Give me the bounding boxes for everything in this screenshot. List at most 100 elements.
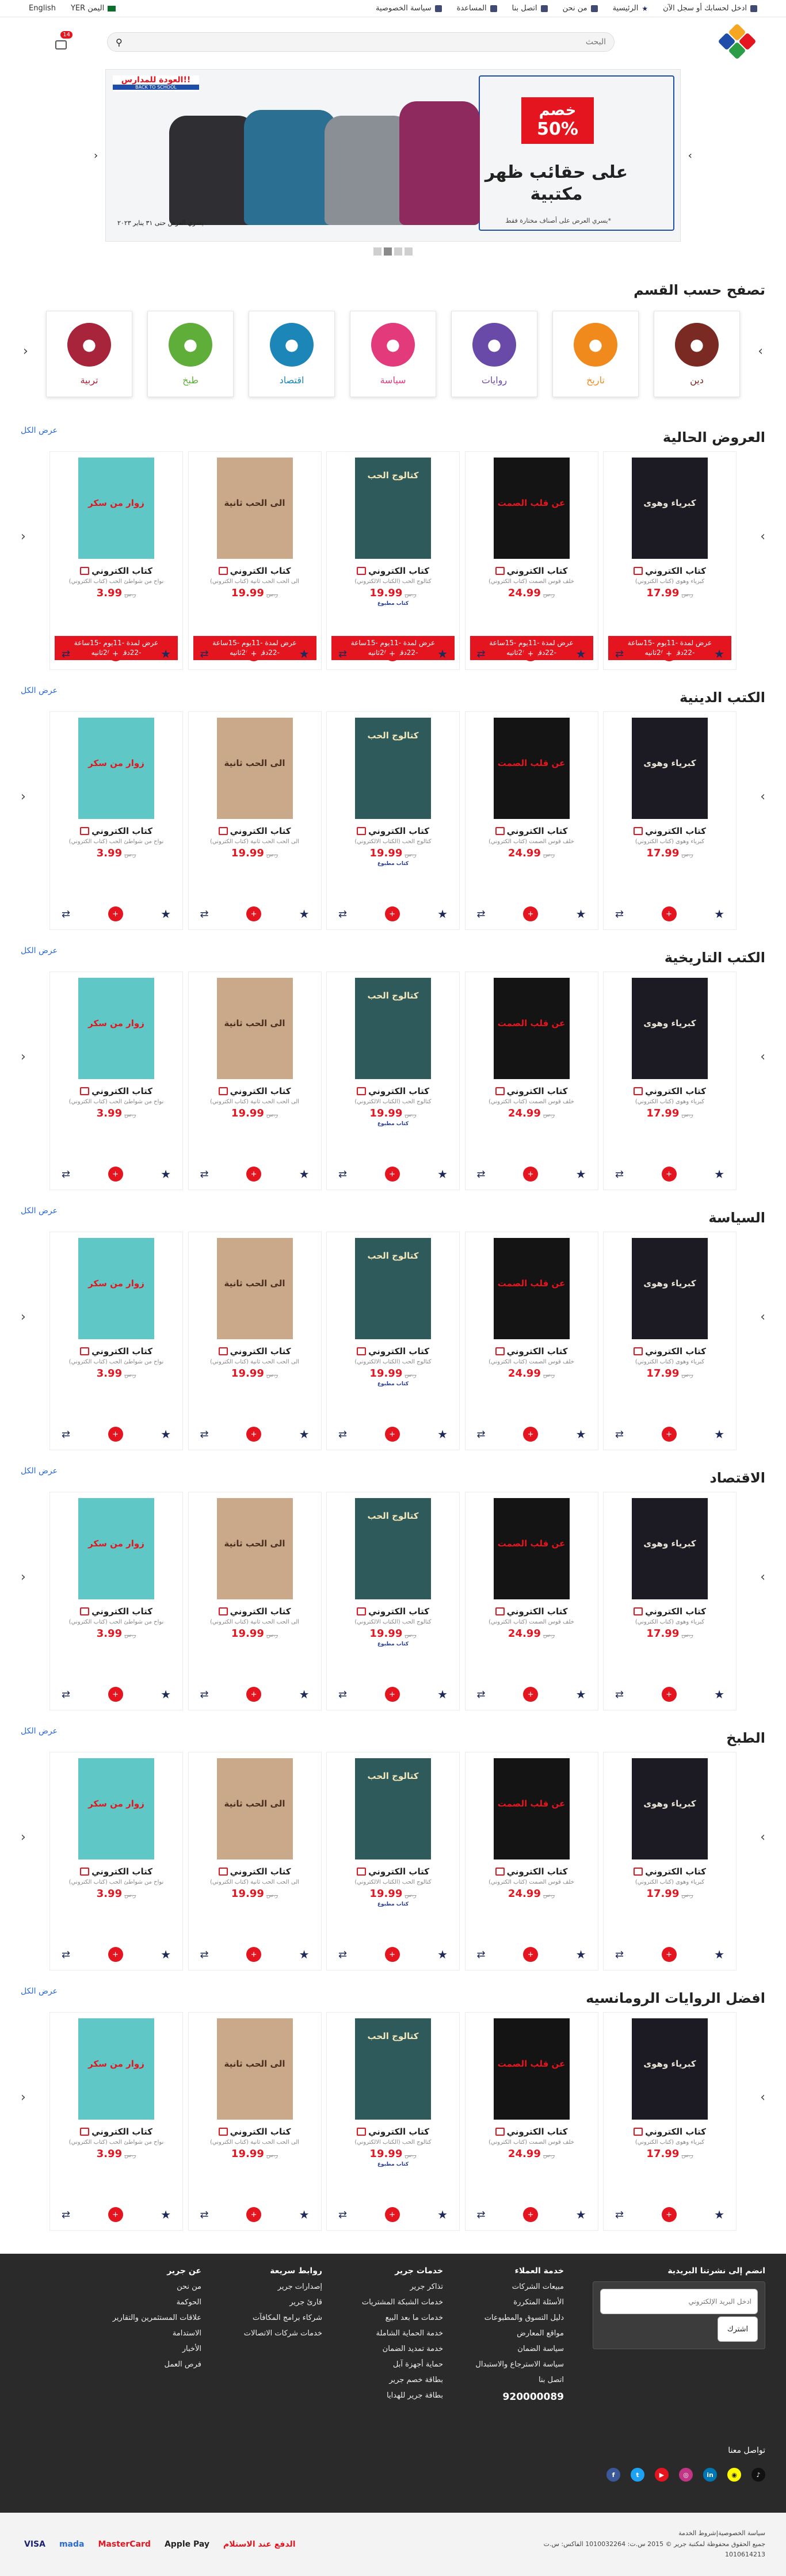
add-to-cart-icon[interactable]: + <box>384 1167 400 1182</box>
footer-link[interactable]: تذاكر جرير <box>334 2282 443 2291</box>
hero-banner[interactable]: !!العودة للمدارس BACK TO SCHOOL خصم 50% … <box>105 69 681 242</box>
add-to-cart-icon[interactable]: + <box>661 2207 677 2222</box>
product-card[interactable]: كبرياء وهوى كتاب الكتروني كبرياء وهوى (كتا… <box>603 451 737 670</box>
compare-icon[interactable]: ⇄ <box>62 1168 70 1180</box>
wishlist-icon[interactable]: ★ <box>161 1948 171 1961</box>
compare-icon[interactable]: ⇄ <box>200 908 209 920</box>
print-version-link[interactable]: كتاب مطبوع <box>334 2162 452 2167</box>
compare-icon[interactable]: ⇄ <box>615 1428 624 1441</box>
view-all-link[interactable]: عرض الكل <box>21 1466 58 1476</box>
print-version-link[interactable]: كتاب مطبوع <box>334 1381 452 1387</box>
add-to-cart-icon[interactable]: + <box>661 1687 677 1702</box>
footer-link[interactable]: سياسة الاسترجاع والاستبدال <box>455 2360 564 2369</box>
add-to-cart-icon[interactable]: + <box>108 1947 123 1962</box>
product-card[interactable]: زوار من سكر كتاب الكتروني نواح من شواطئ ال… <box>49 1232 183 1450</box>
book-cover[interactable]: زوار من سكر <box>78 978 154 1079</box>
product-card[interactable]: كبرياء وهوى كتاب الكتروني كبرياء وهوى (كتا… <box>603 971 737 1190</box>
product-card[interactable]: الى الحب ثانية كتاب الكتروني الى الحب الحب… <box>188 1752 322 1971</box>
product-card[interactable]: الى الحب ثانية كتاب الكتروني الى الحب الحب… <box>188 971 322 1190</box>
book-cover[interactable]: كبرياء وهوى <box>632 1758 708 1859</box>
product-card[interactable]: كبرياء وهوى كتاب الكتروني كبرياء وهوى (كتا… <box>603 2012 737 2231</box>
footer-link[interactable]: فرص العمل <box>92 2360 201 2369</box>
footer-link[interactable]: شركاء برامج المكافآت <box>213 2314 322 2322</box>
book-cover[interactable]: كبرياء وهوى <box>632 458 708 559</box>
product-card[interactable]: كتالوج الحب كتاب الكتروني كتالوج الحب (الك… <box>326 1492 460 1710</box>
banner-prev-arrow[interactable]: › <box>688 150 692 162</box>
footer-link[interactable]: من نحن <box>92 2282 201 2291</box>
product-next-arrow[interactable]: ‹ <box>21 2090 26 2105</box>
add-to-cart-icon[interactable]: + <box>108 1687 123 1702</box>
footer-link[interactable]: إصدارات جرير <box>213 2282 322 2291</box>
wishlist-icon[interactable]: ★ <box>576 2208 586 2221</box>
wishlist-icon[interactable]: ★ <box>299 1427 310 1441</box>
book-cover[interactable]: كتالوج الحب <box>355 1758 431 1859</box>
compare-icon[interactable]: ⇄ <box>615 648 624 660</box>
product-card[interactable]: الى الحب ثانية كتاب الكتروني الى الحب الحب… <box>188 1492 322 1710</box>
add-to-cart-icon[interactable]: + <box>661 906 677 921</box>
wishlist-icon[interactable]: ★ <box>299 1948 310 1961</box>
book-cover[interactable]: الى الحب ثانية <box>216 458 293 559</box>
category-card[interactable]: ● تاريخ <box>552 311 639 397</box>
compare-icon[interactable]: ⇄ <box>62 908 70 920</box>
wishlist-icon[interactable]: ★ <box>576 1427 586 1441</box>
wishlist-icon[interactable]: ★ <box>437 1427 448 1441</box>
compare-icon[interactable]: ⇄ <box>338 1689 347 1701</box>
add-to-cart-icon[interactable]: + <box>246 646 262 661</box>
add-to-cart-icon[interactable]: + <box>523 646 539 661</box>
product-card[interactable]: عن قلب الصمت كتاب الكتروني خلف قوس الصمت (… <box>464 1752 598 1971</box>
book-cover[interactable]: كبرياء وهوى <box>632 1498 708 1599</box>
book-cover[interactable]: كبرياء وهوى <box>632 2018 708 2120</box>
footer-link[interactable]: دليل التسوق والمطبوعات <box>455 2314 564 2322</box>
product-card[interactable]: زوار من سكر كتاب الكتروني نواح من شواطئ ال… <box>49 971 183 1190</box>
print-version-link[interactable]: كتاب مطبوع <box>334 1901 452 1907</box>
wishlist-icon[interactable]: ★ <box>299 647 310 661</box>
footer-link[interactable]: حماية أجهزة آبل <box>334 2360 443 2369</box>
add-to-cart-icon[interactable]: + <box>661 646 677 661</box>
youtube-icon[interactable]: ▶ <box>655 2468 669 2482</box>
footer-link[interactable]: خدمات ما بعد البيع <box>334 2314 443 2322</box>
compare-icon[interactable]: ⇄ <box>200 1168 209 1180</box>
add-to-cart-icon[interactable]: + <box>384 906 400 921</box>
compare-icon[interactable]: ⇄ <box>338 1168 347 1180</box>
product-prev-arrow[interactable]: › <box>760 1570 765 1584</box>
compare-icon[interactable]: ⇄ <box>338 1949 347 1961</box>
wishlist-icon[interactable]: ★ <box>576 1948 586 1961</box>
product-prev-arrow[interactable]: › <box>760 529 765 544</box>
footer-link[interactable]: اتصل بنا <box>455 2376 564 2384</box>
language-switch[interactable]: English <box>29 4 56 13</box>
banner-next-arrow[interactable]: ‹ <box>94 150 98 162</box>
add-to-cart-icon[interactable]: + <box>523 1687 539 1702</box>
product-card[interactable]: الى الحب ثانية كتاب الكتروني الى الحب الحب… <box>188 2012 322 2231</box>
wishlist-icon[interactable]: ★ <box>299 1687 310 1701</box>
add-to-cart-icon[interactable]: + <box>384 646 400 661</box>
print-version-link[interactable]: كتاب مطبوع <box>334 1641 452 1647</box>
add-to-cart-icon[interactable]: + <box>108 646 123 661</box>
footer-link[interactable]: علاقات المستثمرين والتقارير <box>92 2314 201 2322</box>
carousel-dot[interactable] <box>405 247 413 256</box>
footer-link[interactable]: خدمات شركات الاتصالات <box>213 2329 322 2338</box>
product-prev-arrow[interactable]: › <box>760 1830 765 1845</box>
product-card[interactable]: كتالوج الحب كتاب الكتروني كتالوج الحب (الك… <box>326 711 460 930</box>
category-prev-arrow[interactable]: › <box>758 344 763 359</box>
category-next-arrow[interactable]: ‹ <box>23 344 28 359</box>
compare-icon[interactable]: ⇄ <box>338 648 347 660</box>
view-all-link[interactable]: عرض الكل <box>21 426 58 435</box>
compare-icon[interactable]: ⇄ <box>62 2209 70 2221</box>
compare-icon[interactable]: ⇄ <box>200 1428 209 1441</box>
carousel-dot-active[interactable] <box>384 247 392 256</box>
book-cover[interactable]: زوار من سكر <box>78 718 154 819</box>
product-card[interactable]: كبرياء وهوى كتاب الكتروني كبرياء وهوى (كتا… <box>603 1752 737 1971</box>
carousel-dot[interactable] <box>394 247 402 256</box>
add-to-cart-icon[interactable]: + <box>246 1947 262 1962</box>
compare-icon[interactable]: ⇄ <box>338 2209 347 2221</box>
book-cover[interactable]: عن قلب الصمت <box>493 1498 570 1599</box>
add-to-cart-icon[interactable]: + <box>384 1947 400 1962</box>
book-cover[interactable]: الى الحب ثانية <box>216 1498 293 1599</box>
product-card[interactable]: كبرياء وهوى كتاب الكتروني كبرياء وهوى (كتا… <box>603 711 737 930</box>
wishlist-icon[interactable]: ★ <box>437 1948 448 1961</box>
category-card[interactable]: ● دين <box>654 311 740 397</box>
book-cover[interactable]: كتالوج الحب <box>355 458 431 559</box>
compare-icon[interactable]: ⇄ <box>62 1428 70 1441</box>
wishlist-icon[interactable]: ★ <box>714 1427 724 1441</box>
wishlist-icon[interactable]: ★ <box>161 2208 171 2221</box>
